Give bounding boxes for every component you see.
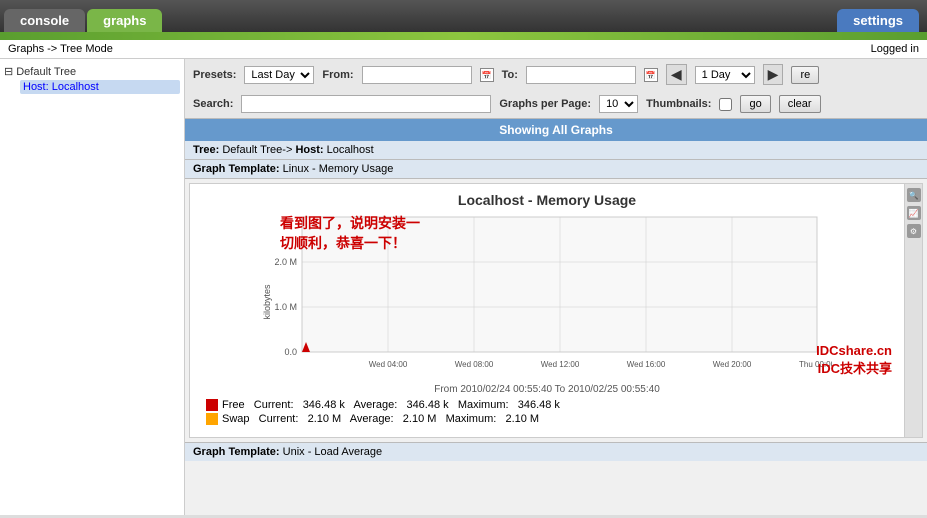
green-stripe xyxy=(0,32,927,40)
zoom-icon[interactable]: 🔍 xyxy=(907,188,921,202)
graphs-per-page-select[interactable]: 10 xyxy=(599,95,638,113)
tab-settings[interactable]: settings xyxy=(837,9,919,32)
bottom-template-label: Graph Template: xyxy=(193,446,280,458)
tree-info: Tree: Default Tree-> Host: Localhost xyxy=(185,141,927,160)
from-calendar-icon[interactable]: 📅 xyxy=(480,68,494,82)
sidebar-item-localhost[interactable]: Host: Localhost xyxy=(20,80,180,94)
tree-value: Default Tree-> xyxy=(222,144,292,156)
svg-text:Thu 00:00: Thu 00:00 xyxy=(799,360,832,369)
svg-text:kilobytes: kilobytes xyxy=(262,284,272,320)
legend-color-swap xyxy=(206,413,218,425)
time-range: From 2010/02/24 00:55:40 To 2010/02/25 0… xyxy=(198,384,896,395)
toolbar-row-2: Search: Graphs per Page: 10 Thumbnails: … xyxy=(193,95,919,113)
from-input[interactable]: 2010-02-24 00:55 xyxy=(362,66,472,84)
graph-svg: 0.0 1.0 M 2.0 M kilobytes Wed 04:00 Wed … xyxy=(262,212,832,382)
logged-in-status: Logged in xyxy=(871,43,919,55)
next-arrow-button[interactable]: ▶ xyxy=(763,64,784,85)
graph-legend: Free Current: 346.48 k Average: 346.48 k… xyxy=(198,395,896,429)
graph-template-value: Linux - Memory Usage xyxy=(283,163,394,175)
graph-inner: Localhost - Memory Usage xyxy=(190,184,922,437)
to-label: To: xyxy=(502,69,518,81)
search-input[interactable] xyxy=(241,95,491,113)
top-navigation: console graphs settings xyxy=(0,0,927,32)
breadcrumb: Graphs -> Tree Mode xyxy=(8,43,113,55)
legend-label-free: Free Current: 346.48 k Average: 346.48 k… xyxy=(222,399,560,411)
legend-item-free: Free Current: 346.48 k Average: 346.48 k… xyxy=(206,399,888,411)
graph-tools: 🔍 📈 ⚙ xyxy=(904,184,922,437)
nav-tabs-left: console graphs xyxy=(4,0,162,32)
prev-arrow-button[interactable]: ◀ xyxy=(666,64,687,85)
sidebar: ⊟ Default Tree Host: Localhost xyxy=(0,59,185,515)
refresh-button[interactable]: re xyxy=(791,66,819,84)
to-calendar-icon[interactable]: 📅 xyxy=(644,68,658,82)
svg-text:Wed 08:00: Wed 08:00 xyxy=(455,360,494,369)
search-label: Search: xyxy=(193,98,233,110)
default-tree-label: Default Tree xyxy=(16,66,76,78)
svg-text:Wed 12:00: Wed 12:00 xyxy=(541,360,580,369)
svg-text:Wed 20:00: Wed 20:00 xyxy=(713,360,752,369)
legend-label-swap: Swap Current: 2.10 M Average: 2.10 M Max… xyxy=(222,413,539,425)
svg-text:Wed 04:00: Wed 04:00 xyxy=(369,360,408,369)
breadcrumb-bar: Graphs -> Tree Mode Logged in xyxy=(0,40,927,59)
content-area: Presets: Last Day From: 2010-02-24 00:55… xyxy=(185,59,927,515)
bottom-template-value: Unix - Load Average xyxy=(283,446,382,458)
main-layout: ⊟ Default Tree Host: Localhost Presets: … xyxy=(0,59,927,515)
host-value: Localhost xyxy=(327,144,374,156)
graphs-per-page-label: Graphs per Page: xyxy=(499,98,591,110)
graph-container: 看到图了，说明安装一 切顺利，恭喜一下！ Localhost - Memory … xyxy=(189,183,923,438)
graph-title: Localhost - Memory Usage xyxy=(198,192,896,208)
toolbar: Presets: Last Day From: 2010-02-24 00:55… xyxy=(185,59,927,119)
tab-console[interactable]: console xyxy=(4,9,85,32)
day-select[interactable]: 1 Day xyxy=(695,66,755,84)
svg-text:0.0: 0.0 xyxy=(284,347,297,357)
sidebar-tree-root: ⊟ Default Tree xyxy=(4,65,180,78)
tab-graphs[interactable]: graphs xyxy=(87,9,162,32)
graph-template-label: Graph Template: xyxy=(193,163,280,175)
svg-text:2.0 M: 2.0 M xyxy=(274,257,297,267)
clear-button[interactable]: clear xyxy=(779,95,821,113)
settings-tool-icon[interactable]: ⚙ xyxy=(907,224,921,238)
legend-item-swap: Swap Current: 2.10 M Average: 2.10 M Max… xyxy=(206,413,888,425)
tree-label: Tree: xyxy=(193,144,219,156)
presets-label: Presets: xyxy=(193,69,236,81)
host-label: Host: xyxy=(295,144,323,156)
graph-chart-area: Localhost - Memory Usage xyxy=(190,184,904,437)
toolbar-row-1: Presets: Last Day From: 2010-02-24 00:55… xyxy=(193,64,919,85)
svg-text:1.0 M: 1.0 M xyxy=(274,302,297,312)
thumbnails-label: Thumbnails: xyxy=(646,98,711,110)
presets-select[interactable]: Last Day xyxy=(244,66,314,84)
go-button[interactable]: go xyxy=(740,95,770,113)
svg-text:Wed 16:00: Wed 16:00 xyxy=(627,360,666,369)
nav-tabs-right: settings xyxy=(837,0,923,32)
legend-color-free xyxy=(206,399,218,411)
thumbnails-checkbox[interactable] xyxy=(719,98,732,111)
showing-header: Showing All Graphs xyxy=(185,119,927,141)
bottom-template-bar: Graph Template: Unix - Load Average xyxy=(185,442,927,461)
to-input[interactable]: 2010-02-25 00:55 xyxy=(526,66,636,84)
graph-icon[interactable]: 📈 xyxy=(907,206,921,220)
graph-template-bar: Graph Template: Linux - Memory Usage xyxy=(185,160,927,179)
tree-expand-icon[interactable]: ⊟ xyxy=(4,65,13,78)
from-label: From: xyxy=(322,69,353,81)
